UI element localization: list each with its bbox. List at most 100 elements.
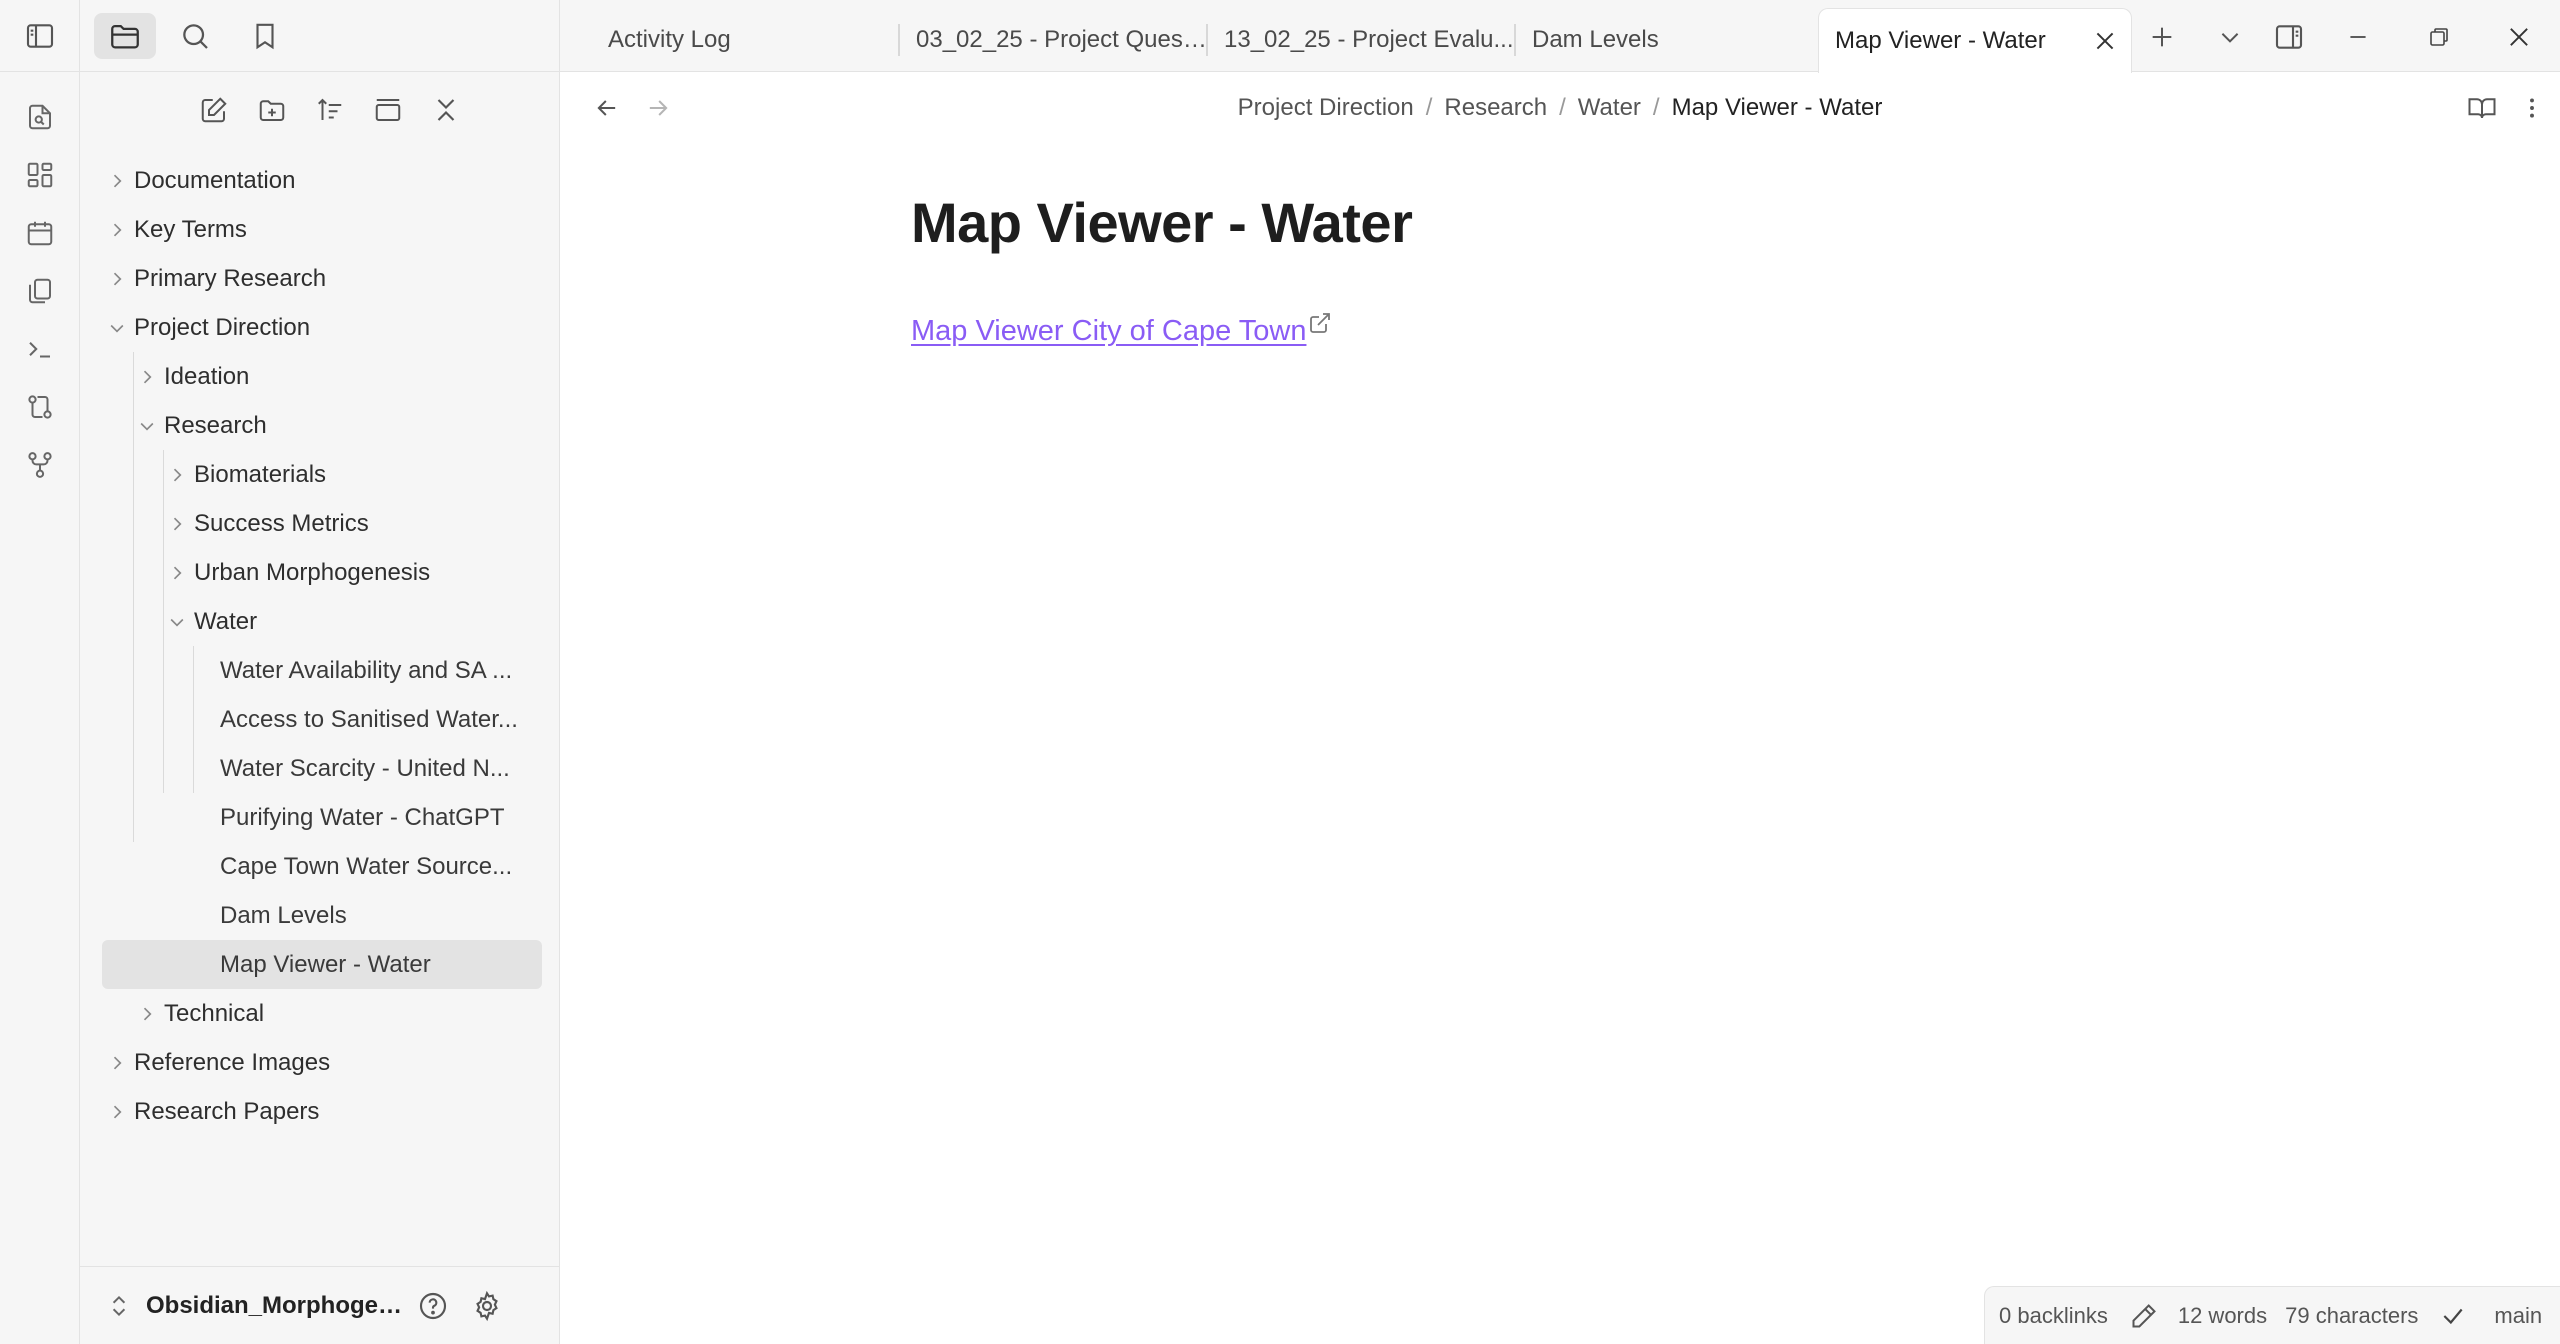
file-tree: Documentation Key Terms Primary Research Pr… <box>102 156 542 1136</box>
folder-item-technical[interactable]: Technical <box>102 989 542 1038</box>
tab-bookmarks[interactable] <box>234 13 296 59</box>
folder-item-key-terms[interactable]: Key Terms <box>102 205 542 254</box>
file-item-cape-town-water-source[interactable]: Cape Town Water Source... <box>102 842 542 891</box>
chevron-right-icon[interactable] <box>102 171 132 191</box>
workspace-main: Activity Log 03_02_25 - Project Quest...… <box>560 0 2560 1344</box>
vault-name[interactable]: Obsidian_Morphogen... <box>146 1292 406 1320</box>
tree-item-label: Research <box>164 411 267 439</box>
file-item-dam-levels[interactable]: Dam Levels <box>102 891 542 940</box>
new-tab-button[interactable] <box>2139 14 2185 60</box>
tab-bar: Activity Log 03_02_25 - Project Quest...… <box>560 0 2560 73</box>
file-item-access-to-sanitised-water[interactable]: Access to Sanitised Water... <box>102 695 542 744</box>
ribbon-git-button[interactable] <box>0 378 80 436</box>
tab-search[interactable] <box>164 13 226 59</box>
tab-list-dropdown-button[interactable] <box>2207 14 2253 60</box>
toggle-left-sidebar-button[interactable] <box>0 0 80 72</box>
folder-item-urban-morphogenesis[interactable]: Urban Morphogenesis <box>102 548 542 597</box>
file-item-map-viewer-water[interactable]: Map Viewer - Water <box>102 940 542 989</box>
window-minimize-button[interactable] <box>2335 14 2381 60</box>
new-note-button[interactable] <box>190 86 238 134</box>
window-restore-button[interactable] <box>2416 14 2462 60</box>
git-branch[interactable]: main <box>2494 1303 2542 1329</box>
chevron-down-icon[interactable] <box>132 416 162 436</box>
more-options-button[interactable] <box>2510 86 2554 130</box>
tree-item-label: Biomaterials <box>194 460 327 488</box>
folder-item-biomaterials[interactable]: Biomaterials <box>102 450 542 499</box>
reading-view-button[interactable] <box>2460 86 2504 130</box>
window-close-button[interactable] <box>2496 14 2542 60</box>
chevron-right-icon[interactable] <box>102 269 132 289</box>
chevron-right-icon[interactable] <box>102 1053 132 1073</box>
ribbon-templates-button[interactable] <box>0 262 80 320</box>
breadcrumb-project-direction[interactable]: Project Direction <box>1238 94 1414 122</box>
tab-files[interactable] <box>94 12 156 59</box>
tree-item-label: Technical <box>164 999 265 1027</box>
ribbon-quick-switcher-button[interactable] <box>0 88 80 146</box>
chevron-right-icon[interactable] <box>162 514 192 534</box>
tab-map-viewer-water[interactable]: Map Viewer - Water <box>1818 8 2132 73</box>
chevron-down-icon[interactable] <box>162 612 192 632</box>
tab-project-questions[interactable]: 03_02_25 - Project Quest... <box>900 8 1208 72</box>
chevron-right-icon[interactable] <box>162 563 192 583</box>
note-title[interactable]: Map Viewer - Water <box>911 190 2211 255</box>
folder-item-primary-research[interactable]: Primary Research <box>102 254 542 303</box>
navigate-back-button[interactable] <box>585 86 629 130</box>
chevron-down-icon[interactable] <box>102 318 132 338</box>
folder-item-water[interactable]: Water <box>102 597 542 646</box>
breadcrumb-research[interactable]: Research <box>1444 94 1547 122</box>
external-link-text[interactable]: Map Viewer City of Cape Town <box>911 315 1306 348</box>
tree-item-label: Project Direction <box>134 313 311 341</box>
search-icon <box>179 20 211 52</box>
folder-item-project-direction[interactable]: Project Direction <box>102 303 542 352</box>
ribbon-daily-note-button[interactable] <box>0 204 80 262</box>
file-item-water-availability-and-sa[interactable]: Water Availability and SA ... <box>102 646 542 695</box>
external-link[interactable]: Map Viewer City of Cape Town <box>911 313 1332 348</box>
folder-item-reference-images[interactable]: Reference Images <box>102 1038 542 1087</box>
folder-item-success-metrics[interactable]: Success Metrics <box>102 499 542 548</box>
sort-order-button[interactable] <box>306 86 354 134</box>
check-icon[interactable] <box>2440 1303 2466 1329</box>
file-item-purifying-water-chatgpt[interactable]: Purifying Water - ChatGPT <box>102 793 542 842</box>
chevron-right-icon[interactable] <box>102 1102 132 1122</box>
breadcrumb-water[interactable]: Water <box>1578 94 1641 122</box>
toggle-right-sidebar-button[interactable] <box>2266 14 2312 60</box>
chevron-right-icon[interactable] <box>162 465 192 485</box>
plus-icon <box>2148 23 2176 51</box>
close-window-icon <box>2505 23 2533 51</box>
folder-item-research-papers[interactable]: Research Papers <box>102 1087 542 1136</box>
help-button[interactable] <box>406 1279 460 1333</box>
new-folder-button[interactable] <box>248 86 296 134</box>
file-item-water-scarcity-united-n[interactable]: Water Scarcity - United N... <box>102 744 542 793</box>
ribbon-graph-button[interactable] <box>0 436 80 494</box>
arrow-right-icon <box>644 94 672 122</box>
breadcrumb-current-note[interactable]: Map Viewer - Water <box>1672 94 1883 122</box>
navigate-forward-button[interactable] <box>636 86 680 130</box>
edit-mode-icon[interactable] <box>2130 1302 2158 1330</box>
vault-switcher-chevrons-icon[interactable] <box>106 1293 132 1319</box>
arrow-left-icon <box>593 94 621 122</box>
chevron-right-icon[interactable] <box>132 1004 162 1024</box>
ribbon-canvas-button[interactable] <box>0 146 80 204</box>
settings-button[interactable] <box>460 1279 514 1333</box>
tab-activity-log[interactable]: Activity Log <box>560 8 900 72</box>
folder-item-ideation[interactable]: Ideation <box>102 352 542 401</box>
calendar-icon <box>25 218 55 248</box>
collapse-all-button[interactable] <box>422 86 470 134</box>
chevron-right-icon[interactable] <box>102 220 132 240</box>
vault-footer: Obsidian_Morphogen... <box>80 1266 560 1344</box>
folder-item-documentation[interactable]: Documentation <box>102 156 542 205</box>
folder-item-research[interactable]: Research <box>102 401 542 450</box>
tree-item-label: Cape Town Water Source... <box>220 852 513 880</box>
help-circle-icon <box>417 1290 449 1322</box>
backlinks-count[interactable]: 0 backlinks <box>1999 1303 2108 1329</box>
chevron-right-icon[interactable] <box>132 367 162 387</box>
git-compare-icon <box>25 392 55 422</box>
note-content: Map Viewer - Water Map Viewer City of Ca… <box>911 190 2211 348</box>
auto-reveal-button[interactable] <box>364 86 412 134</box>
close-tab-button[interactable] <box>2091 27 2119 55</box>
file-explorer-sidebar: Documentation Key Terms Primary Research Pr… <box>80 0 560 1344</box>
ribbon-command-palette-button[interactable] <box>0 320 80 378</box>
tab-project-evaluation[interactable]: 13_02_25 - Project Evalu... <box>1208 8 1516 72</box>
tab-dam-levels[interactable]: Dam Levels <box>1516 8 1816 72</box>
tree-item-label: Map Viewer - Water <box>220 950 431 978</box>
